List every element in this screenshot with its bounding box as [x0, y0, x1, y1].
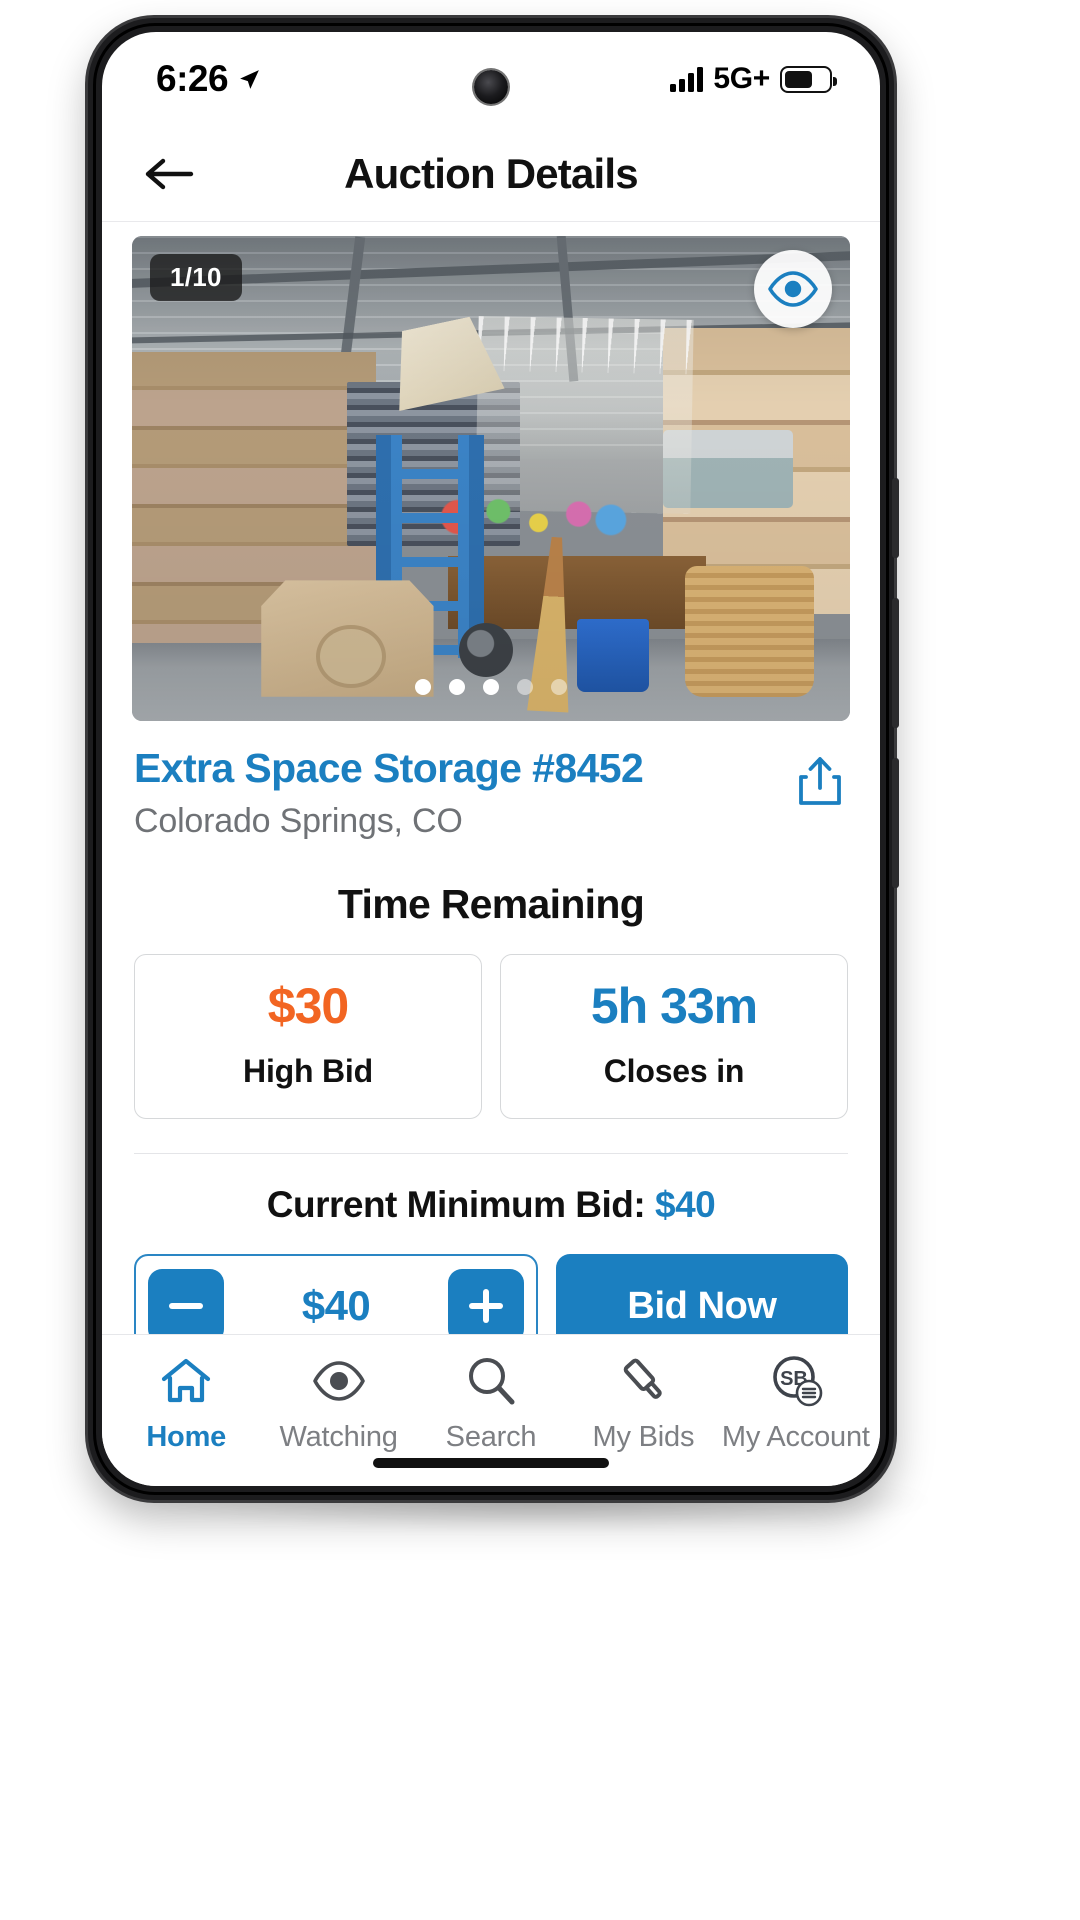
carousel-dot-3[interactable] [483, 679, 499, 695]
nav-label-search: Search [445, 1421, 537, 1453]
account-avatar-icon: SB [767, 1353, 825, 1409]
phone-side-button-mute [892, 478, 899, 558]
back-button[interactable] [142, 147, 196, 201]
nav-label-my-bids: My Bids [592, 1421, 695, 1453]
high-bid-value: $30 [267, 978, 349, 1035]
back-arrow-icon [145, 158, 194, 189]
auction-photo [132, 236, 850, 721]
stat-cards: $30 High Bid 5h 33m Closes in [134, 954, 848, 1120]
home-indicator [373, 1458, 609, 1468]
gavel-icon [615, 1353, 671, 1409]
search-icon [464, 1353, 518, 1409]
high-bid-card: $30 High Bid [134, 954, 482, 1120]
decrement-bid-button[interactable] [148, 1269, 224, 1334]
closes-in-card: 5h 33m Closes in [500, 954, 848, 1120]
nav-item-my-account[interactable]: SB My Account [720, 1353, 872, 1454]
eye-icon [768, 271, 818, 307]
time-remaining-heading: Time Remaining [337, 881, 645, 928]
carousel-dot-5[interactable] [551, 679, 567, 695]
eye-icon [311, 1353, 367, 1409]
minimum-bid-amount: $40 [655, 1184, 716, 1226]
carousel-dots[interactable] [415, 679, 567, 695]
status-bar-left: 6:26 [156, 58, 262, 100]
page-title: Auction Details [344, 149, 639, 197]
image-counter: 1/10 [150, 254, 242, 301]
gallery-wrapper: 1/10 [102, 222, 880, 721]
status-time: 6:26 [156, 58, 229, 99]
signal-bars-icon [670, 66, 704, 92]
high-bid-label: High Bid [243, 1053, 373, 1090]
bid-now-button[interactable]: Bid Now [556, 1254, 848, 1334]
carousel-dot-4[interactable] [517, 679, 533, 695]
location-arrow-icon [240, 69, 259, 89]
screenshot-stage: 6:26 5G+ Auction Details 1/10 Extra Spac… [0, 0, 1080, 1920]
increment-bid-button[interactable] [448, 1269, 524, 1334]
nav-item-search[interactable]: Search [415, 1353, 567, 1454]
closes-in-label: Closes in [603, 1053, 745, 1090]
network-label: 5G+ [713, 62, 770, 95]
nav-label-watching: Watching [279, 1421, 398, 1453]
nav-item-home[interactable]: Home [110, 1353, 262, 1454]
battery-icon [780, 65, 837, 93]
nav-label-home: Home [146, 1421, 227, 1453]
facility-location: Colorado Springs, CO [134, 802, 463, 841]
carousel-dot-2[interactable] [449, 679, 465, 695]
main-content: 1/10 Extra Space Storage #8452 Colorado … [102, 222, 880, 1334]
app-header: Auction Details [102, 126, 880, 222]
status-bar-right: 5G+ [670, 62, 837, 96]
listing-title-block: Extra Space Storage #8452 Colorado Sprin… [134, 746, 644, 841]
facility-name[interactable]: Extra Space Storage #8452 [134, 746, 644, 790]
minimum-bid-label: Current Minimum Bid: [266, 1184, 646, 1226]
current-minimum-bid: Current Minimum Bid: $40 [134, 1184, 848, 1226]
closes-in-value: 5h 33m [590, 978, 758, 1035]
listing-title-row: Extra Space Storage #8452 Colorado Sprin… [102, 721, 880, 841]
bid-amount-stepper[interactable]: $40 [134, 1254, 538, 1334]
nav-item-my-bids[interactable]: My Bids [567, 1353, 719, 1454]
bid-controls: $40 Bid Now [134, 1254, 848, 1334]
phone-side-button-volume [892, 598, 899, 728]
time-remaining-section: Time Remaining $30 High Bid 5h 33m Close… [102, 841, 880, 1155]
share-icon [799, 757, 841, 805]
nav-item-watching[interactable]: Watching [262, 1353, 414, 1454]
front-camera-punch-hole [474, 70, 508, 104]
plus-icon [469, 1289, 503, 1324]
phone-side-button-power [892, 758, 899, 888]
phone-screen: 6:26 5G+ Auction Details 1/10 Extra Spac… [102, 32, 880, 1486]
bid-amount-value: $40 [301, 1282, 371, 1330]
home-icon [159, 1353, 213, 1409]
minus-icon [169, 1303, 203, 1310]
image-carousel[interactable]: 1/10 [132, 236, 850, 721]
status-bar: 6:26 5G+ [102, 32, 880, 126]
nav-label-my-account: My Account [721, 1421, 870, 1453]
bid-section: Current Minimum Bid: $40 $40 Bid Now [102, 1154, 880, 1334]
share-button[interactable] [792, 751, 848, 811]
carousel-dot-1[interactable] [415, 679, 431, 695]
phone-frame: 6:26 5G+ Auction Details 1/10 Extra Spac… [88, 18, 899, 1500]
watch-auction-button[interactable] [754, 250, 832, 328]
